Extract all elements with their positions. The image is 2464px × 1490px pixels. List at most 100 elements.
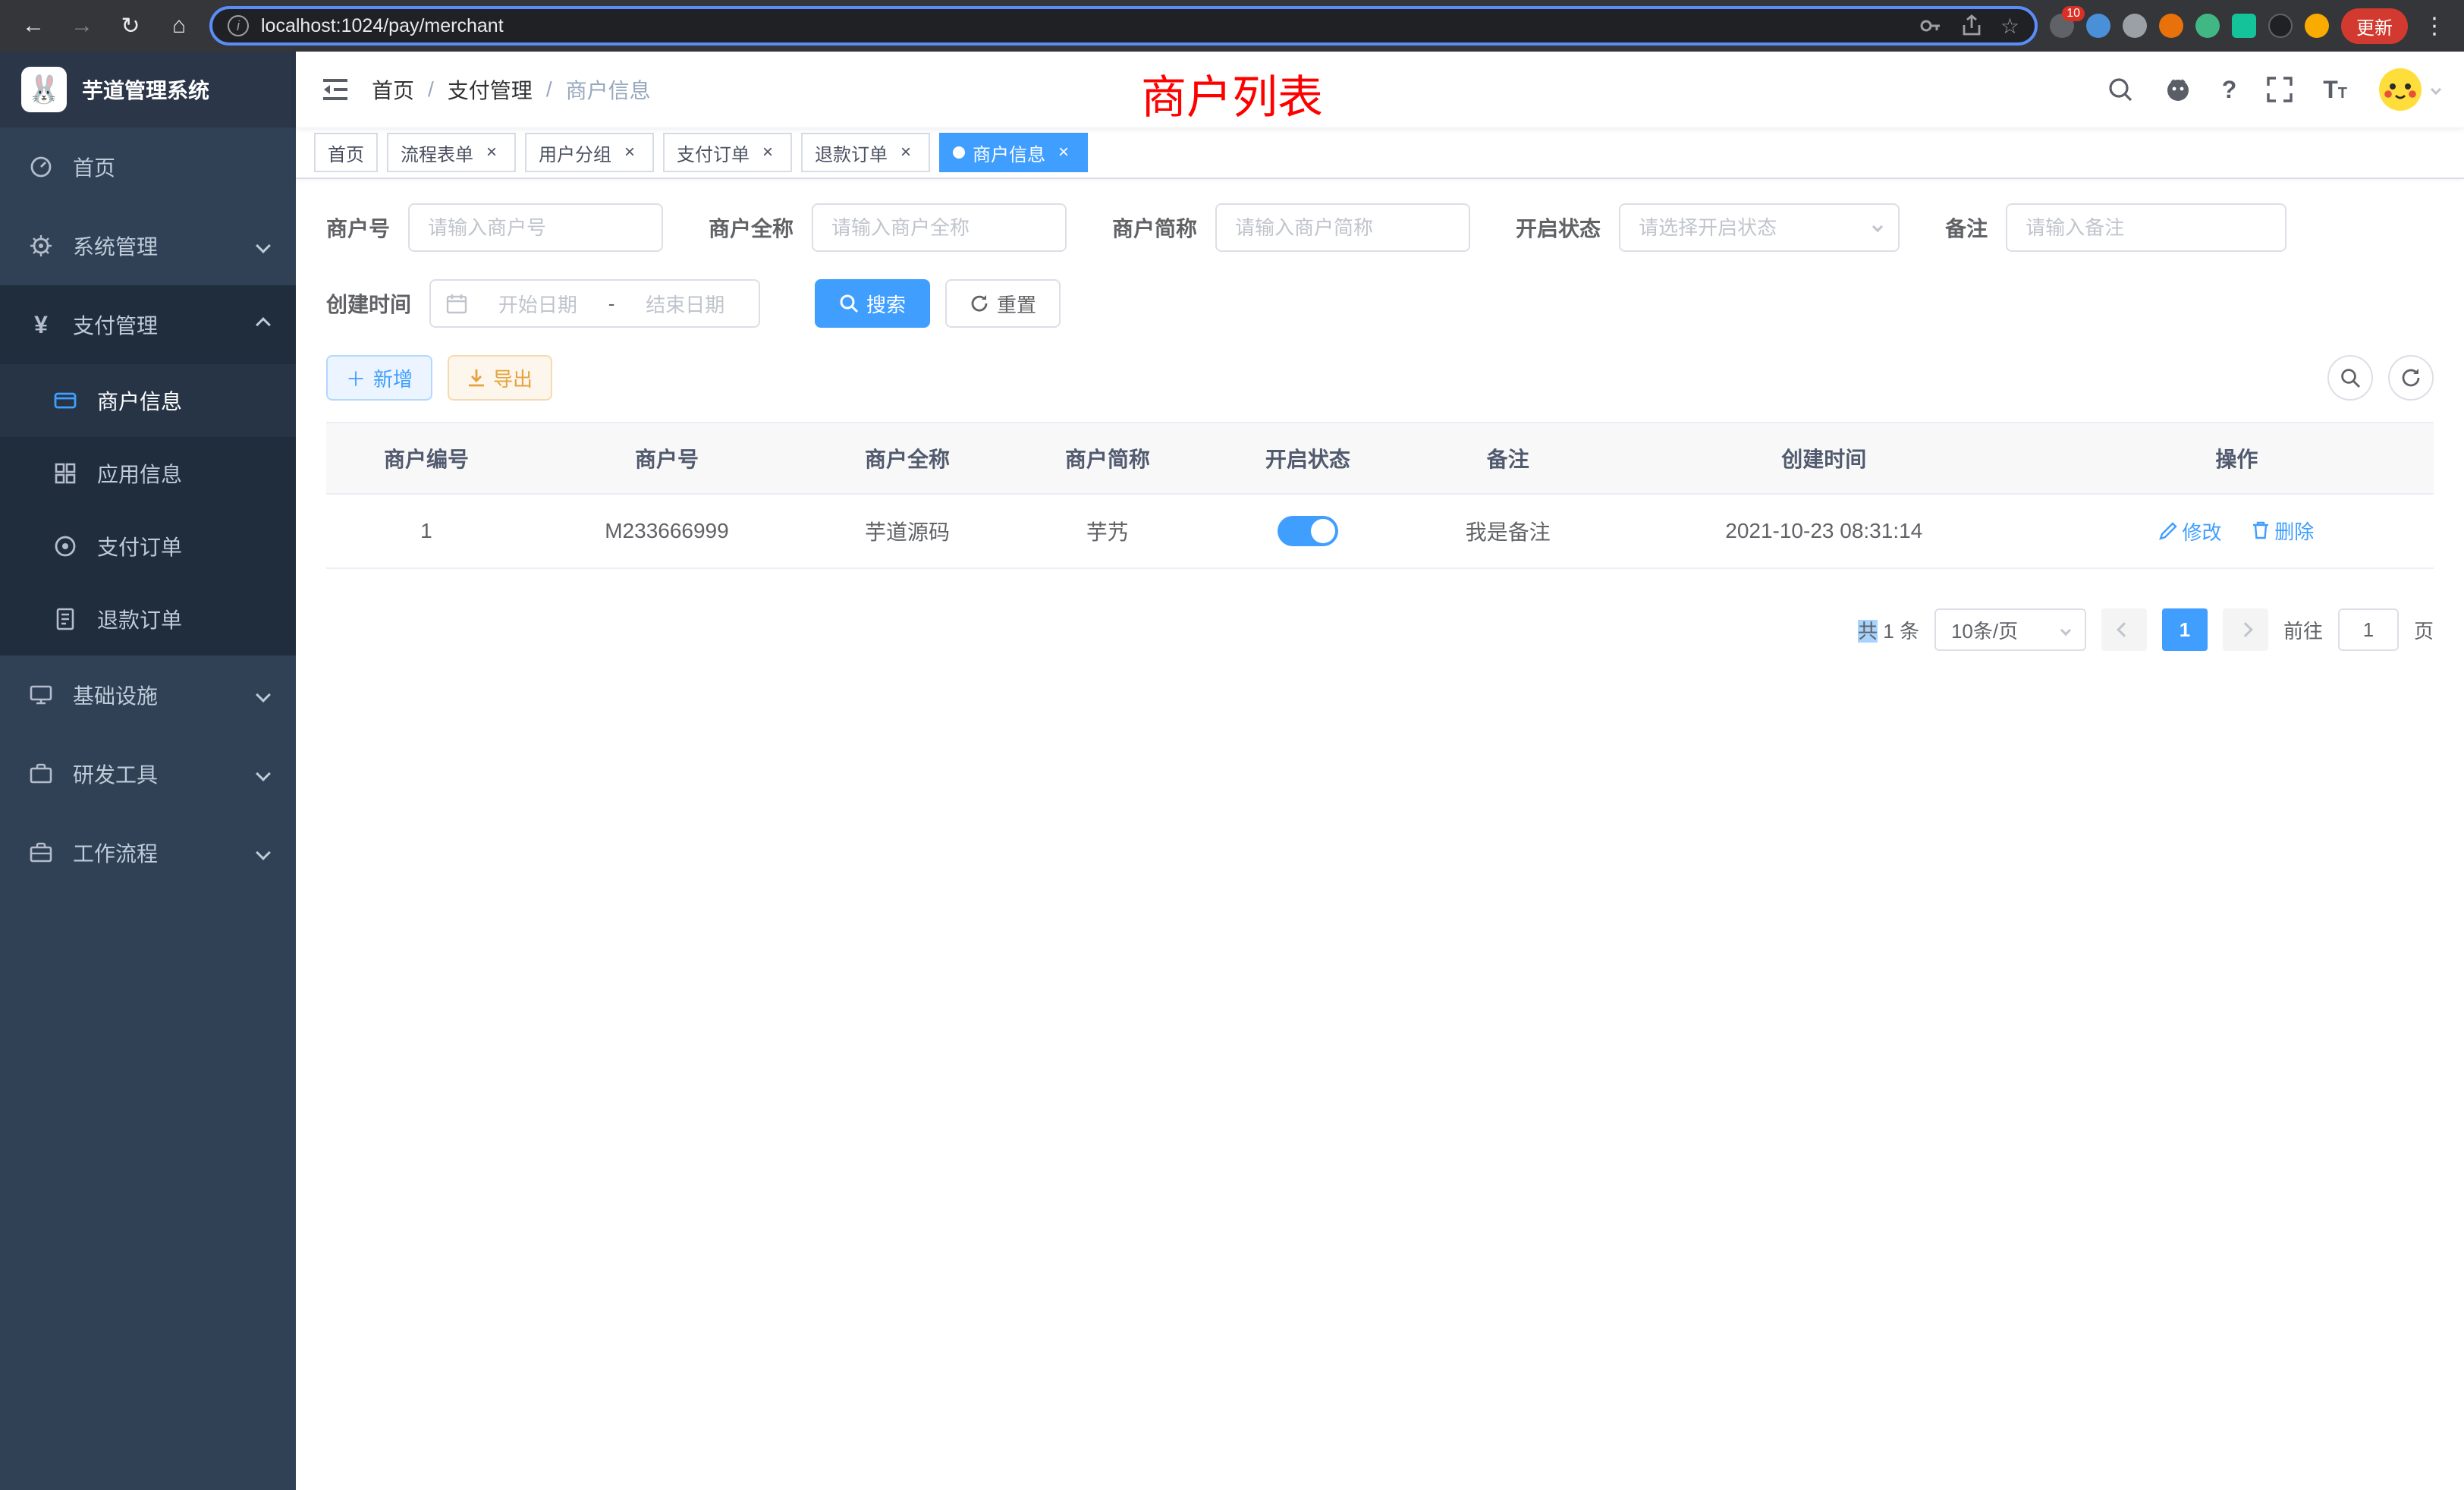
reset-button[interactable]: 重置: [945, 279, 1061, 328]
sidebar-item-payment[interactable]: ¥ 支付管理: [0, 285, 296, 364]
status-label: 开启状态: [1516, 212, 1601, 243]
app-logo[interactable]: 🐰 芋道管理系统: [0, 52, 296, 127]
refresh-button[interactable]: [2388, 355, 2434, 401]
search-button[interactable]: 搜索: [815, 279, 930, 328]
goto-page-input[interactable]: [2338, 608, 2399, 651]
calendar-icon: [446, 293, 467, 314]
remark-input[interactable]: [2006, 203, 2286, 252]
merchant-no-input[interactable]: [408, 203, 663, 252]
cell-full-name: 芋道源码: [807, 494, 1007, 568]
col-merchant-id: 商户编号: [326, 423, 526, 494]
next-page-button[interactable]: [2223, 608, 2268, 651]
avatar: [2378, 67, 2423, 112]
annotation-text: 商户列表: [1141, 61, 1323, 127]
col-status: 开启状态: [1208, 423, 1408, 494]
short-name-input[interactable]: [1215, 203, 1470, 252]
plus-icon: ＋: [346, 364, 366, 392]
profile-avatar-icon[interactable]: [2305, 14, 2329, 38]
breadcrumb: 首页 / 支付管理 / 商户信息: [372, 74, 651, 105]
extension-icon[interactable]: [2086, 14, 2110, 38]
filter-row-1: 商户号 商户全称 商户简称 开启状态: [326, 203, 2434, 252]
sidebar-item-workflow[interactable]: 工作流程: [0, 813, 296, 892]
sidebar-item-refund-order[interactable]: 退款订单: [0, 583, 296, 655]
user-menu[interactable]: [2378, 67, 2440, 112]
browser-toolbar: ← → ↻ ⌂ i localhost:1024/pay/merchant ☆ …: [0, 0, 2464, 52]
help-icon[interactable]: ?: [2222, 76, 2237, 104]
sidebar-item-pay-order[interactable]: 支付订单: [0, 510, 296, 583]
tag-process-form[interactable]: 流程表单 ×: [387, 133, 516, 172]
search-icon[interactable]: [2107, 76, 2134, 103]
edit-link[interactable]: 修改: [2159, 517, 2221, 545]
tag-refund-order[interactable]: 退款订单 ×: [801, 133, 930, 172]
create-time-range-picker[interactable]: 开始日期 - 结束日期: [429, 279, 760, 328]
back-icon[interactable]: ←: [15, 8, 52, 44]
goto-label: 前往: [2283, 616, 2323, 644]
col-create-time: 创建时间: [1608, 423, 2040, 494]
col-short-name: 商户简称: [1007, 423, 1208, 494]
remark-label: 备注: [1945, 212, 1988, 243]
short-name-label: 商户简称: [1112, 212, 1197, 243]
extension-icon[interactable]: [2195, 14, 2220, 38]
breadcrumb-home[interactable]: 首页: [372, 74, 414, 105]
sidebar-item-app-info[interactable]: 应用信息: [0, 437, 296, 510]
reload-icon[interactable]: ↻: [112, 8, 149, 44]
fullscreen-icon[interactable]: [2267, 77, 2293, 102]
chevron-down-icon: [2431, 84, 2441, 95]
close-icon[interactable]: ×: [481, 142, 502, 163]
tag-user-group[interactable]: 用户分组 ×: [525, 133, 654, 172]
password-key-icon[interactable]: [1919, 14, 1943, 38]
close-icon[interactable]: ×: [1053, 142, 1074, 163]
cell-merchant-no: M233666999: [526, 494, 807, 568]
prev-page-button[interactable]: [2101, 608, 2147, 651]
toggle-search-button[interactable]: [2327, 355, 2373, 401]
start-date-placeholder: 开始日期: [479, 290, 596, 318]
app-title: 芋道管理系统: [82, 74, 209, 105]
page-number-1[interactable]: 1: [2162, 608, 2208, 651]
briefcase-icon: [27, 762, 55, 786]
full-name-input[interactable]: [812, 203, 1067, 252]
address-bar[interactable]: i localhost:1024/pay/merchant ☆: [209, 6, 2038, 46]
briefcase-icon: [27, 841, 55, 865]
table-row: 1 M233666999 芋道源码 芋艿 我是备注 2021-10-23 08:…: [326, 494, 2434, 568]
menu-group-payment: ¥ 支付管理 商户信息 应用信息: [0, 285, 296, 655]
content: 商户号 商户全称 商户简称 开启状态: [296, 179, 2464, 1490]
sidebar-item-infra[interactable]: 基础设施: [0, 655, 296, 734]
collapse-sidebar-icon[interactable]: [320, 77, 350, 102]
sidebar-item-home[interactable]: 首页: [0, 127, 296, 206]
sidebar-item-system[interactable]: 系统管理: [0, 206, 296, 285]
tag-merchant-info[interactable]: 商户信息 ×: [939, 133, 1088, 172]
forward-icon[interactable]: →: [64, 8, 100, 44]
share-icon[interactable]: [1961, 14, 1982, 37]
close-icon[interactable]: ×: [895, 142, 916, 163]
font-size-icon[interactable]: TT: [2323, 76, 2347, 104]
sidebar-item-merchant-info[interactable]: 商户信息: [0, 364, 296, 437]
sidebar-item-devtools[interactable]: 研发工具: [0, 734, 296, 813]
browser-menu-icon[interactable]: ⋮: [2420, 13, 2449, 39]
bookmark-star-icon[interactable]: ☆: [2000, 14, 2019, 39]
delete-link[interactable]: 删除: [2252, 517, 2314, 545]
status-toggle[interactable]: [1278, 516, 1338, 546]
extension-icon[interactable]: [2159, 14, 2183, 38]
page-size-select[interactable]: 10条/页: [1934, 608, 2086, 651]
page-info-icon[interactable]: i: [228, 15, 249, 36]
extension-icon[interactable]: [2232, 14, 2256, 38]
tag-pay-order[interactable]: 支付订单 ×: [663, 133, 792, 172]
home-icon[interactable]: ⌂: [161, 8, 197, 44]
close-icon[interactable]: ×: [757, 142, 778, 163]
extension-icon[interactable]: [2268, 14, 2293, 38]
pagination: 共 1 条 10条/页 1 前往 页: [326, 608, 2434, 651]
tag-home[interactable]: 首页: [314, 133, 378, 172]
record-icon: [52, 534, 79, 558]
breadcrumb-payment[interactable]: 支付管理: [448, 74, 533, 105]
chrome-update-button[interactable]: 更新: [2341, 8, 2408, 44]
extension-icon[interactable]: 10: [2050, 14, 2074, 38]
export-button[interactable]: 导出: [448, 355, 552, 401]
close-icon[interactable]: ×: [619, 142, 640, 163]
extension-icon[interactable]: [2123, 14, 2147, 38]
logo-image: 🐰: [21, 67, 67, 112]
add-button[interactable]: ＋ 新增: [326, 355, 432, 401]
status-select[interactable]: [1619, 203, 1900, 252]
github-icon[interactable]: [2164, 76, 2192, 103]
tags-view: 首页 流程表单 × 用户分组 × 支付订单 × 退款订单 ×: [296, 127, 2464, 179]
end-date-placeholder: 结束日期: [627, 290, 743, 318]
